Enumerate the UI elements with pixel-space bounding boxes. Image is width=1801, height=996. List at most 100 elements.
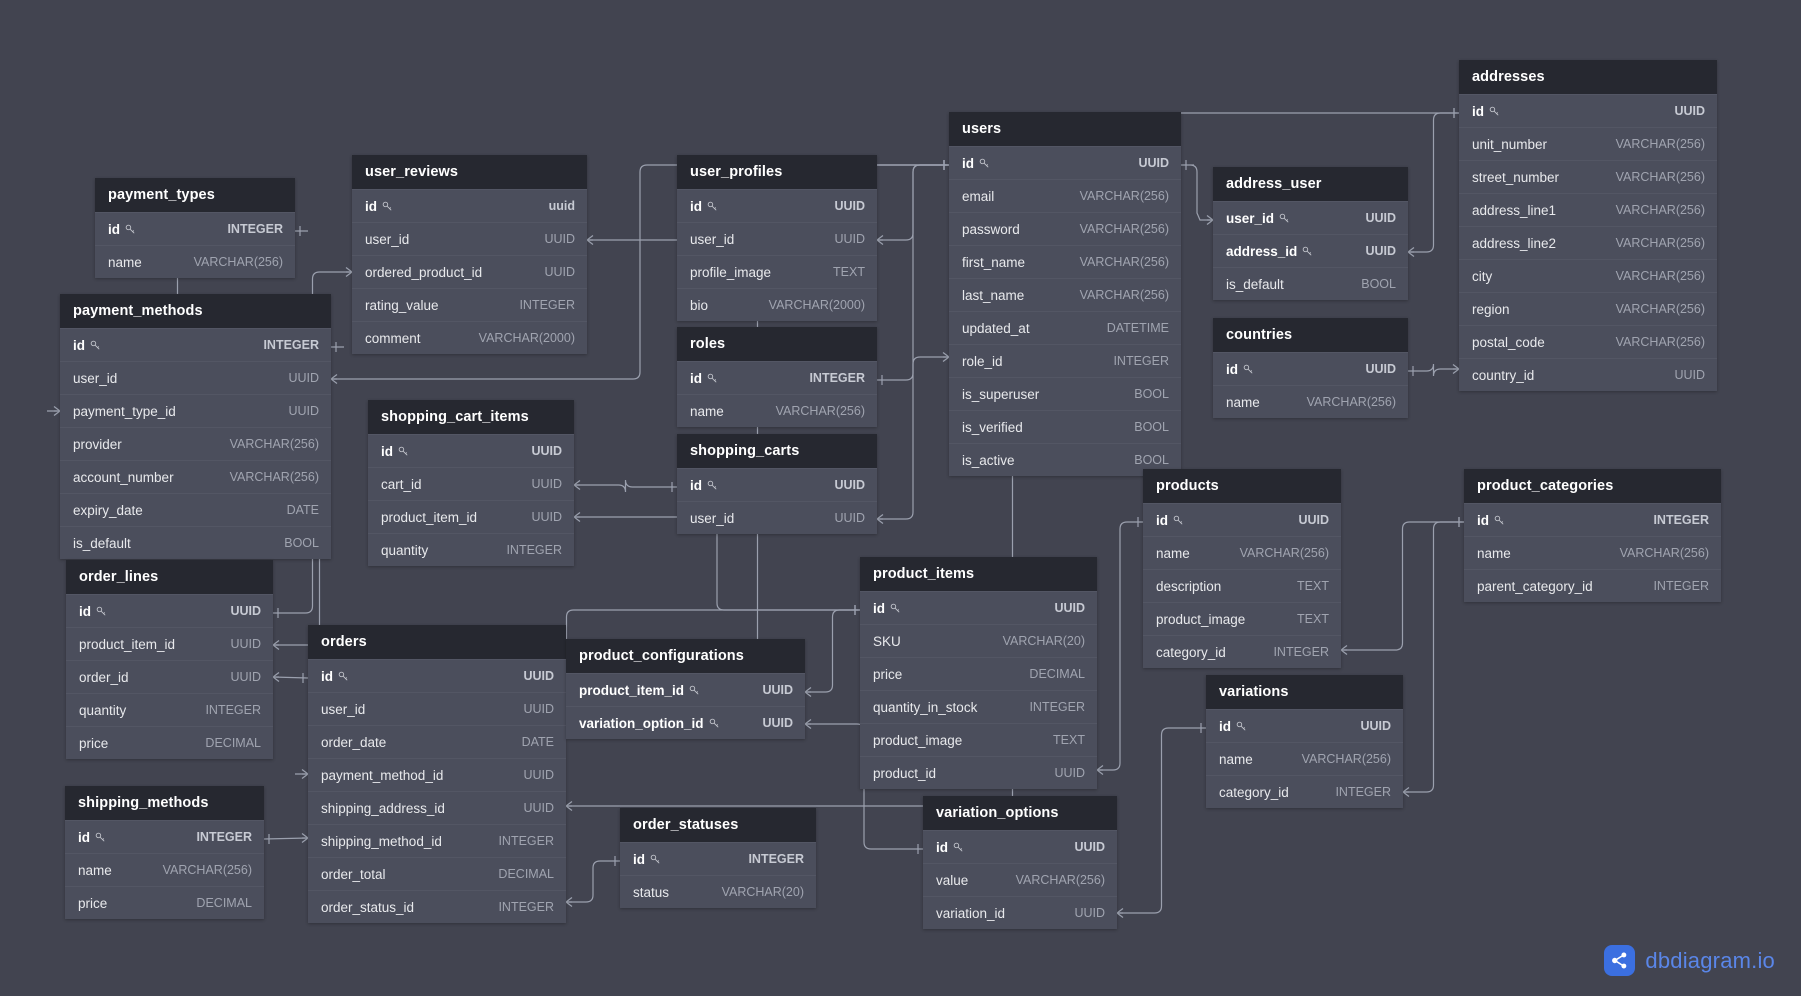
table-user_profiles[interactable]: user_profiles id UUID user_id UUID profile_im… xyxy=(677,155,877,321)
column-row[interactable]: updated_at DATETIME xyxy=(949,311,1181,344)
column-row[interactable]: name VARCHAR(256) xyxy=(65,853,264,886)
column-row[interactable]: id UUID xyxy=(1213,352,1408,385)
column-row[interactable]: shipping_method_id INTEGER xyxy=(308,824,566,857)
column-row[interactable]: expiry_date DATE xyxy=(60,493,331,526)
column-row[interactable]: id UUID xyxy=(677,468,877,501)
table-product_configurations[interactable]: product_configurations product_item_id UUI… xyxy=(566,639,805,739)
column-row[interactable]: quantity INTEGER xyxy=(66,693,273,726)
column-row[interactable]: is_superuser BOOL xyxy=(949,377,1181,410)
column-row[interactable]: product_image TEXT xyxy=(1143,602,1341,635)
column-row[interactable]: shipping_address_id UUID xyxy=(308,791,566,824)
column-row[interactable]: price DECIMAL xyxy=(66,726,273,759)
table-product_categories[interactable]: product_categories id INTEGER name VARCHAR(2… xyxy=(1464,469,1721,602)
column-row[interactable]: user_id UUID xyxy=(677,222,877,255)
table-address_user[interactable]: address_user user_id UUID address_id UUID is_… xyxy=(1213,167,1408,300)
column-row[interactable]: is_default BOOL xyxy=(60,526,331,559)
column-row[interactable]: id UUID xyxy=(1143,503,1341,536)
table-order_statuses[interactable]: order_statuses id INTEGER status VARCHAR(20) xyxy=(620,808,816,908)
table-roles[interactable]: roles id INTEGER name VARCHAR(256) xyxy=(677,327,877,427)
table-variations[interactable]: variations id UUID name VARCHAR(256) category… xyxy=(1206,675,1403,808)
column-row[interactable]: name VARCHAR(256) xyxy=(1464,536,1721,569)
column-row[interactable]: id UUID xyxy=(923,830,1117,863)
column-row[interactable]: order_date DATE xyxy=(308,725,566,758)
column-row[interactable]: name VARCHAR(256) xyxy=(1213,385,1408,418)
column-row[interactable]: password VARCHAR(256) xyxy=(949,212,1181,245)
table-orders[interactable]: orders id UUID user_id UUID order_date DATE pay… xyxy=(308,625,566,923)
column-row[interactable]: bio VARCHAR(2000) xyxy=(677,288,877,321)
column-row[interactable]: id INTEGER xyxy=(95,212,295,245)
column-row[interactable]: product_item_id UUID xyxy=(66,627,273,660)
column-row[interactable]: price DECIMAL xyxy=(65,886,264,919)
table-product_items[interactable]: product_items id UUID SKU VARCHAR(20) price DE… xyxy=(860,557,1097,789)
column-row[interactable]: status VARCHAR(20) xyxy=(620,875,816,908)
column-row[interactable]: category_id INTEGER xyxy=(1143,635,1341,668)
table-payment_types[interactable]: payment_types id INTEGER name VARCHAR(256) xyxy=(95,178,295,278)
column-row[interactable]: payment_type_id UUID xyxy=(60,394,331,427)
column-row[interactable]: order_id UUID xyxy=(66,660,273,693)
column-row[interactable]: order_total DECIMAL xyxy=(308,857,566,890)
table-payment_methods[interactable]: payment_methods id INTEGER user_id UUID payme… xyxy=(60,294,331,559)
column-row[interactable]: country_id UUID xyxy=(1459,358,1717,391)
table-shopping_carts[interactable]: shopping_carts id UUID user_id UUID xyxy=(677,434,877,534)
column-row[interactable]: user_id UUID xyxy=(308,692,566,725)
column-row[interactable]: SKU VARCHAR(20) xyxy=(860,624,1097,657)
column-row[interactable]: variation_option_id UUID xyxy=(566,706,805,739)
column-row[interactable]: is_default BOOL xyxy=(1213,267,1408,300)
table-users[interactable]: users id UUID email VARCHAR(256) password VARC… xyxy=(949,112,1181,476)
column-row[interactable]: product_item_id UUID xyxy=(566,673,805,706)
column-row[interactable]: user_id UUID xyxy=(60,361,331,394)
column-row[interactable]: profile_image TEXT xyxy=(677,255,877,288)
column-row[interactable]: account_number VARCHAR(256) xyxy=(60,460,331,493)
column-row[interactable]: category_id INTEGER xyxy=(1206,775,1403,808)
column-row[interactable]: name VARCHAR(256) xyxy=(677,394,877,427)
table-variation_options[interactable]: variation_options id UUID value VARCHAR(256)… xyxy=(923,796,1117,929)
column-row[interactable]: email VARCHAR(256) xyxy=(949,179,1181,212)
column-row[interactable]: region VARCHAR(256) xyxy=(1459,292,1717,325)
column-row[interactable]: id INTEGER xyxy=(1464,503,1721,536)
column-row[interactable]: id UUID xyxy=(860,591,1097,624)
column-row[interactable]: id UUID xyxy=(677,189,877,222)
column-row[interactable]: address_line1 VARCHAR(256) xyxy=(1459,193,1717,226)
column-row[interactable]: variation_id UUID xyxy=(923,896,1117,929)
column-row[interactable]: id INTEGER xyxy=(60,328,331,361)
column-row[interactable]: id UUID xyxy=(308,659,566,692)
table-shipping_methods[interactable]: shipping_methods id INTEGER name VARCHAR(256… xyxy=(65,786,264,919)
column-row[interactable]: postal_code VARCHAR(256) xyxy=(1459,325,1717,358)
column-row[interactable]: street_number VARCHAR(256) xyxy=(1459,160,1717,193)
column-row[interactable]: parent_category_id INTEGER xyxy=(1464,569,1721,602)
column-row[interactable]: id UUID xyxy=(949,146,1181,179)
column-row[interactable]: value VARCHAR(256) xyxy=(923,863,1117,896)
column-row[interactable]: product_image TEXT xyxy=(860,723,1097,756)
column-row[interactable]: name VARCHAR(256) xyxy=(95,245,295,278)
column-row[interactable]: address_line2 VARCHAR(256) xyxy=(1459,226,1717,259)
column-row[interactable]: address_id UUID xyxy=(1213,234,1408,267)
column-row[interactable]: quantity INTEGER xyxy=(368,533,574,566)
column-row[interactable]: user_id UUID xyxy=(677,501,877,534)
column-row[interactable]: id UUID xyxy=(1206,709,1403,742)
column-row[interactable]: id uuid xyxy=(352,189,587,222)
column-row[interactable]: product_id UUID xyxy=(860,756,1097,789)
column-row[interactable]: payment_method_id UUID xyxy=(308,758,566,791)
column-row[interactable]: is_verified BOOL xyxy=(949,410,1181,443)
dbdiagram-watermark[interactable]: dbdiagram.io xyxy=(1604,945,1775,976)
column-row[interactable]: rating_value INTEGER xyxy=(352,288,587,321)
column-row[interactable]: quantity_in_stock INTEGER xyxy=(860,690,1097,723)
column-row[interactable]: product_item_id UUID xyxy=(368,500,574,533)
column-row[interactable]: price DECIMAL xyxy=(860,657,1097,690)
column-row[interactable]: id UUID xyxy=(368,434,574,467)
column-row[interactable]: last_name VARCHAR(256) xyxy=(949,278,1181,311)
column-row[interactable]: id UUID xyxy=(1459,94,1717,127)
table-order_lines[interactable]: order_lines id UUID product_item_id UUID orde… xyxy=(66,560,273,759)
column-row[interactable]: role_id INTEGER xyxy=(949,344,1181,377)
column-row[interactable]: user_id UUID xyxy=(1213,201,1408,234)
column-row[interactable]: first_name VARCHAR(256) xyxy=(949,245,1181,278)
column-row[interactable]: id INTEGER xyxy=(65,820,264,853)
column-row[interactable]: order_status_id INTEGER xyxy=(308,890,566,923)
table-addresses[interactable]: addresses id UUID unit_number VARCHAR(256) st… xyxy=(1459,60,1717,391)
table-shopping_cart_items[interactable]: shopping_cart_items id UUID cart_id UUID prod… xyxy=(368,400,574,566)
column-row[interactable]: description TEXT xyxy=(1143,569,1341,602)
column-row[interactable]: id INTEGER xyxy=(677,361,877,394)
column-row[interactable]: name VARCHAR(256) xyxy=(1143,536,1341,569)
column-row[interactable]: provider VARCHAR(256) xyxy=(60,427,331,460)
column-row[interactable]: ordered_product_id UUID xyxy=(352,255,587,288)
